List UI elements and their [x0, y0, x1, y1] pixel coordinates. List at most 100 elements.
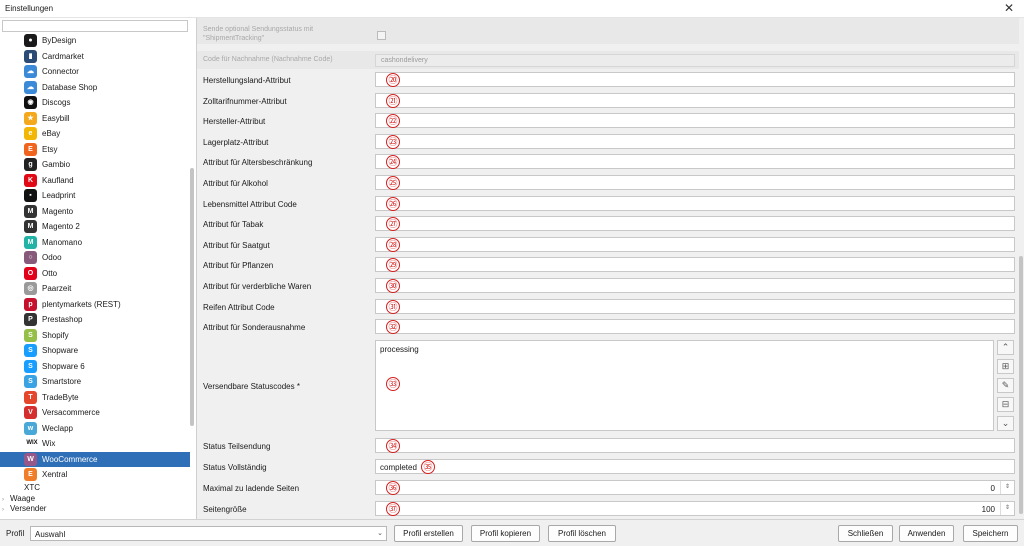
- attribute-row: Zolltarifnummer-Attribut ㉑: [197, 91, 1019, 111]
- sidebar-item-prestashop[interactable]: P Prestashop: [0, 312, 190, 327]
- sidebar-group-versender[interactable]: › Versender: [2, 504, 46, 513]
- complete-status-label: Status Vollständig: [203, 463, 267, 472]
- create-profile-button[interactable]: Profil erstellen: [394, 525, 463, 542]
- attribute-input[interactable]: ⑳: [375, 72, 1015, 87]
- close-icon[interactable]: ✕: [1004, 1, 1014, 15]
- sidebar-item-weclapp[interactable]: w Weclapp: [0, 421, 190, 436]
- sidebar-item-label: Versacommerce: [42, 408, 100, 417]
- sidebar-item-easybill[interactable]: ★ Easybill: [0, 111, 190, 126]
- max-pages-value: 0: [990, 484, 995, 493]
- copy-profile-button[interactable]: Profil kopieren: [471, 525, 540, 542]
- sidebar-item-wix[interactable]: WIX Wix: [0, 436, 190, 451]
- sidebar-group-waage[interactable]: › Waage: [2, 494, 35, 503]
- cardmarket-icon: ▮: [24, 49, 37, 63]
- sidebar-item-manomano[interactable]: M Manomano: [0, 235, 190, 250]
- profile-select[interactable]: Auswahl ⌄: [30, 526, 387, 541]
- complete-status-row: Status Vollständig completed ㉟: [197, 457, 1019, 477]
- attribute-input[interactable]: ㉛: [375, 298, 1015, 314]
- sidebar-item-connector[interactable]: ☁ Connector: [0, 64, 190, 79]
- sidebar-item-label: TradeByte: [42, 392, 79, 402]
- kaufland-icon: K: [24, 173, 37, 187]
- shippable-status-list[interactable]: processing ㉝: [375, 340, 994, 431]
- complete-status-input[interactable]: completed ㉟: [375, 459, 1015, 474]
- sidebar-item-kaufland[interactable]: K Kaufland: [0, 173, 190, 188]
- sidebar-item-label: Paarzeit: [42, 284, 72, 293]
- sidebar-scrollbar[interactable]: [190, 168, 194, 426]
- sidebar-search-input[interactable]: [2, 20, 188, 32]
- sidebar-item-magento-2[interactable]: M Magento 2: [0, 219, 190, 234]
- marker-37: ㊲: [386, 502, 400, 516]
- complete-status-value: completed: [380, 463, 417, 472]
- sidebar-item-odoo[interactable]: ○ Odoo: [0, 250, 190, 265]
- sidebar-item-ebay[interactable]: e eBay: [0, 126, 190, 141]
- attribute-input[interactable]: ㉓: [375, 133, 1015, 149]
- move-down-icon[interactable]: ⌄: [997, 416, 1014, 431]
- delete-profile-button[interactable]: Profil löschen: [548, 525, 616, 542]
- apply-button[interactable]: Anwenden: [899, 525, 954, 542]
- sidebar-item-otto[interactable]: O Otto: [0, 266, 190, 281]
- attribute-input[interactable]: ㉗: [375, 216, 1015, 232]
- edit-item-icon[interactable]: ✎: [997, 378, 1014, 393]
- attribute-input[interactable]: ㉕: [375, 175, 1015, 190]
- close-button[interactable]: Schließen: [838, 525, 893, 542]
- cloud-icon: ☁: [24, 65, 37, 78]
- max-pages-stepper[interactable]: ㊱ 0 ⇕: [375, 480, 1015, 495]
- attribute-row: Attribut für Saatgut ㉘: [197, 235, 1019, 255]
- sidebar-item-paarzeit[interactable]: ◎ Paarzeit: [0, 281, 190, 296]
- save-button[interactable]: Speichern: [963, 525, 1018, 542]
- sidebar-item-bydesign[interactable]: ● ByDesign: [0, 33, 190, 48]
- attribute-label: Lagerplatz-Attribut: [203, 137, 269, 147]
- sidebar-item-versacommerce[interactable]: V Versacommerce: [0, 405, 190, 420]
- sidebar-item-leadprint[interactable]: ▪ Leadprint: [0, 188, 190, 203]
- move-up-icon[interactable]: ⌃: [997, 340, 1014, 355]
- sidebar-item-label: Manomano: [42, 237, 83, 247]
- sidebar-item-database-shop[interactable]: ☁ Database Shop: [0, 80, 190, 95]
- sidebar-item-shopify[interactable]: S Shopify: [0, 328, 190, 343]
- attribute-input[interactable]: ㉒: [375, 113, 1015, 129]
- form-scrollbar[interactable]: [1019, 256, 1023, 514]
- remove-item-icon[interactable]: ⊟: [997, 397, 1014, 412]
- sidebar-item-shopware-6[interactable]: S Shopware 6: [0, 359, 190, 374]
- otto-icon: O: [24, 266, 37, 280]
- sidebar-item-tradebyte[interactable]: T TradeByte: [0, 390, 190, 405]
- sidebar-item-xentral[interactable]: E Xentral: [0, 467, 190, 482]
- sidebar-item-discogs[interactable]: ◉ Discogs: [0, 95, 190, 110]
- attribute-row: Hersteller-Attribut ㉒: [197, 111, 1019, 131]
- sidebar-item-label: eBay: [42, 129, 61, 138]
- ebay-icon: e: [24, 127, 37, 140]
- prestashop-icon: P: [24, 313, 37, 326]
- sidebar-item-magento[interactable]: M Magento: [0, 204, 190, 219]
- sidebar-item-etsy[interactable]: E Etsy: [0, 142, 190, 157]
- sidebar-item-label: Database Shop: [42, 82, 98, 92]
- weclapp-icon: w: [24, 421, 37, 435]
- attribute-row: Attribut für Pflanzen ㉙: [197, 255, 1019, 275]
- sidebar-item-woocommerce[interactable]: W WooCommerce: [0, 451, 190, 467]
- sidebar-item-cardmarket[interactable]: ▮ Cardmarket: [0, 49, 190, 64]
- marker-36: ㊱: [386, 481, 400, 495]
- marker-34: ㉞: [386, 439, 400, 453]
- cloud-icon: ☁: [24, 80, 37, 94]
- sidebar-item-gambio[interactable]: g Gambio: [0, 157, 190, 172]
- cod-input[interactable]: cashondelivery: [375, 54, 1015, 67]
- page-size-stepper[interactable]: ㊲ 100 ⇕: [375, 501, 1015, 516]
- attribute-input[interactable]: ㉙: [375, 257, 1015, 273]
- optional-status-checkbox[interactable]: [377, 31, 386, 40]
- attribute-input[interactable]: ㉔: [375, 154, 1015, 170]
- attribute-input[interactable]: ㉘: [375, 236, 1015, 252]
- spin-icon[interactable]: ⇕: [1000, 502, 1014, 515]
- attribute-input[interactable]: ㉖: [375, 195, 1015, 211]
- attribute-input[interactable]: ㉚: [375, 278, 1015, 293]
- marker-21: ㉑: [386, 93, 400, 108]
- sidebar-item-xtc[interactable]: XTC: [24, 483, 40, 492]
- sidebar-item-plentymarkets-rest[interactable]: p plentymarkets (REST): [0, 297, 190, 312]
- sidebar-item-shopware[interactable]: S Shopware: [0, 343, 190, 358]
- add-item-icon[interactable]: ⊞: [997, 359, 1014, 374]
- spin-icon[interactable]: ⇕: [1000, 481, 1014, 494]
- sidebar-item-smartstore[interactable]: S Smartstore: [0, 374, 190, 389]
- marker-22: ㉒: [386, 114, 400, 129]
- attribute-input[interactable]: ㉜: [375, 319, 1015, 335]
- sidebar-item-label: Leadprint: [42, 191, 76, 200]
- attribute-input[interactable]: ㉑: [375, 92, 1015, 108]
- attribute-label: Attribut für Saatgut: [203, 240, 270, 250]
- partial-status-input[interactable]: ㉞: [375, 438, 1015, 453]
